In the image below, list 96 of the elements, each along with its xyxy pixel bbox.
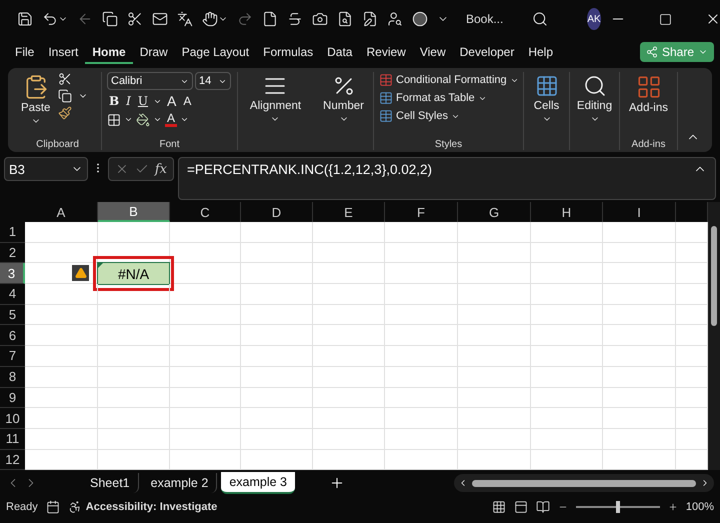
document-pen-icon[interactable] [362, 11, 378, 27]
menu-tab[interactable]: Review [359, 40, 413, 64]
redo-icon[interactable] [237, 11, 253, 27]
search-icon[interactable] [532, 11, 548, 27]
row-header[interactable]: 12 [0, 450, 25, 470]
format-painter-icon[interactable] [58, 106, 72, 120]
number-button[interactable]: Number [321, 72, 366, 126]
accessibility-status[interactable]: Accessibility: Investigate [86, 500, 218, 513]
insert-function-button[interactable]: fx [154, 162, 167, 176]
fill-color-icon[interactable] [136, 112, 150, 126]
normal-view-icon[interactable] [492, 500, 506, 514]
menu-tab[interactable]: Page Layout [174, 40, 256, 64]
caret-icon[interactable] [124, 115, 133, 124]
sheet-tab[interactable]: example 2 [142, 473, 218, 494]
scissors-icon[interactable] [58, 72, 72, 86]
camera-icon[interactable] [312, 11, 328, 27]
person-search-icon[interactable] [387, 11, 403, 27]
group-label: Add-ins [632, 139, 666, 150]
menu-tab[interactable]: Developer [452, 40, 522, 64]
page-break-icon[interactable] [536, 500, 550, 514]
table-icon[interactable] [379, 91, 393, 105]
font-style-button[interactable]: I [124, 94, 133, 108]
back-arrow-icon[interactable] [77, 11, 93, 27]
group-label: Styles [434, 139, 462, 150]
menu-tab[interactable]: File [8, 40, 42, 64]
vertical-scrollbar[interactable] [708, 202, 720, 470]
warning-icon[interactable] [72, 265, 89, 282]
grid-icon[interactable] [534, 74, 558, 98]
font-size-field[interactable]: 14 [195, 72, 231, 90]
column-header[interactable]: B [98, 202, 170, 222]
share-button[interactable]: Share [640, 42, 714, 62]
add-ins-button[interactable]: Add-ins [627, 72, 670, 116]
zoom-percentage[interactable]: 100% [686, 500, 714, 513]
menu-tab[interactable]: Insert [41, 40, 86, 64]
save-icon[interactable] [17, 11, 33, 27]
sheet-tab[interactable]: Sheet1 [82, 473, 139, 494]
copy-icon[interactable] [58, 89, 72, 103]
hand-icon[interactable] [202, 11, 218, 27]
caret-icon[interactable] [180, 115, 190, 124]
group-label: Font [159, 139, 180, 150]
undo-icon[interactable] [42, 11, 58, 27]
font-color-button[interactable]: A [165, 112, 178, 127]
cancel-icon[interactable] [115, 162, 129, 176]
record-icon[interactable] [412, 11, 428, 27]
menu-tab[interactable]: Formulas [256, 40, 320, 64]
row-header[interactable]: 9 [0, 388, 25, 408]
search-icon[interactable] [582, 74, 606, 98]
styles-menu-button[interactable]: Cell Styles [379, 108, 519, 124]
user-avatar[interactable]: AK [587, 8, 601, 30]
new-file-icon[interactable] [262, 11, 278, 27]
zoom-slider-thumb[interactable] [616, 500, 620, 513]
borders-icon[interactable] [107, 112, 121, 126]
styles-menu-button[interactable]: Format as Table [379, 90, 519, 106]
selected-cell[interactable]: #N/A [97, 262, 170, 286]
page-layout-icon[interactable] [514, 500, 528, 514]
strikethrough-icon[interactable] [287, 11, 303, 27]
share-icon[interactable] [646, 46, 658, 58]
caret-icon[interactable] [153, 115, 162, 124]
row-header[interactable]: 3 [0, 263, 25, 284]
editing-button[interactable]: Editing [574, 72, 614, 126]
menu-tab[interactable]: Data [320, 40, 360, 64]
four-squares-icon[interactable] [636, 74, 662, 100]
font-name-field[interactable]: Calibri [107, 72, 193, 90]
table-icon[interactable] [379, 73, 393, 87]
row-header[interactable]: 2 [0, 242, 25, 264]
menu-tab[interactable]: Draw [132, 40, 175, 64]
scissors-icon[interactable] [127, 11, 143, 27]
workbook-title: Book... [466, 12, 504, 26]
copy-icon[interactable] [102, 11, 118, 27]
menu-tab[interactable]: Home [85, 40, 133, 64]
document-search-icon[interactable] [337, 11, 353, 27]
envelope-icon[interactable] [152, 11, 168, 27]
paste-button[interactable]: Paste [19, 72, 52, 128]
table-icon[interactable] [379, 109, 393, 123]
group-label: Clipboard [36, 139, 79, 150]
status-text: Ready [6, 500, 38, 513]
zoom-in-icon[interactable] [668, 502, 678, 512]
scrollbar-thumb[interactable] [711, 226, 717, 326]
formula-field[interactable]: =PERCENTRANK.INC({1.2,12,3},0.02,2) [178, 157, 716, 200]
horizontal-scrollbar[interactable] [454, 474, 714, 492]
styles-menu-button[interactable]: Conditional Formatting [379, 72, 519, 88]
grow-font-button[interactable]: A [165, 93, 178, 109]
macro-icon[interactable] [46, 500, 60, 514]
cells-button[interactable]: Cells [532, 72, 562, 126]
font-style-button[interactable]: U [136, 94, 150, 108]
sheet-tab[interactable]: example 3 [221, 472, 295, 494]
maximize-icon[interactable] [658, 12, 672, 26]
spelling-icon[interactable] [177, 11, 193, 27]
accessibility-icon[interactable] [68, 500, 82, 514]
shrink-font-button[interactable]: A [181, 94, 194, 108]
menu-tab[interactable]: Help [521, 40, 560, 64]
alignment-button[interactable]: Alignment [248, 72, 304, 126]
font-style-button[interactable]: B [107, 94, 122, 108]
scrollbar-thumb[interactable] [472, 480, 696, 487]
menu-tab[interactable]: View [412, 40, 453, 64]
name-box[interactable]: B3 [4, 157, 88, 181]
